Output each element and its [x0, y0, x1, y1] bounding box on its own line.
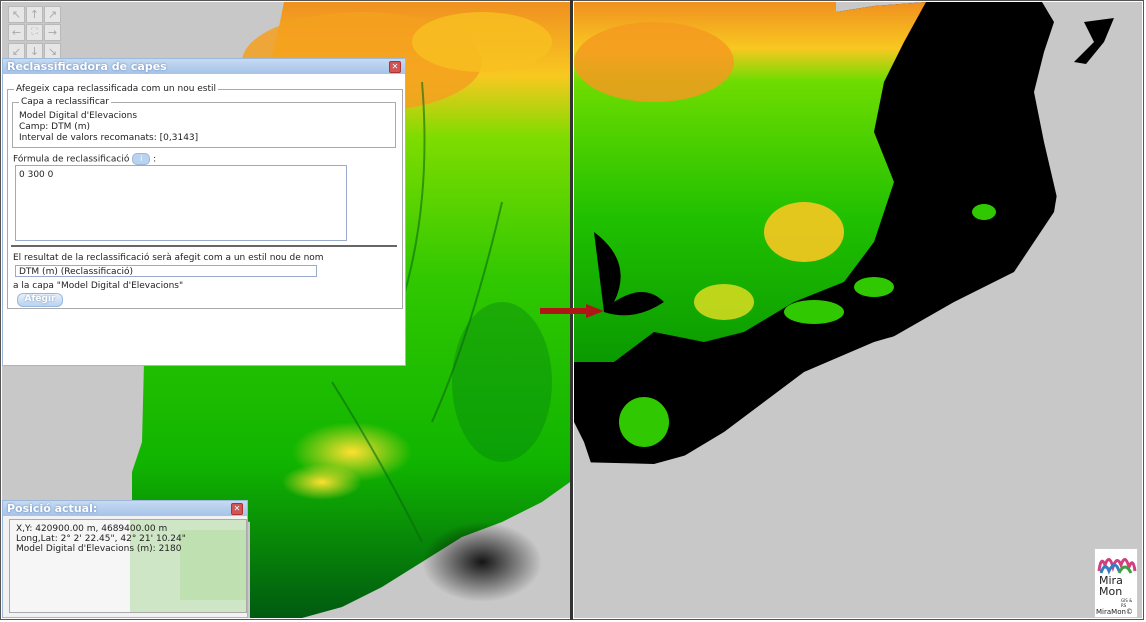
reclassified-map-right: [574, 2, 1142, 618]
pan-northeast-icon[interactable]: ↗: [44, 6, 61, 23]
elevation-value: Model Digital d'Elevacions (m): 2180: [16, 544, 182, 554]
group-legend: Afegeix capa reclassificada com un nou e…: [14, 84, 219, 95]
full-extent-icon[interactable]: ⛶: [26, 24, 43, 42]
formula-value: 0 300 0: [19, 170, 54, 180]
logo-small-text: GIS & RS: [1121, 598, 1133, 608]
value-range: Interval de valors recomanats: [0,3143]: [19, 133, 199, 143]
info-icon[interactable]: i: [132, 153, 151, 165]
close-icon[interactable]: ✕: [389, 61, 401, 73]
position-title-text: Posició actual:: [7, 502, 98, 515]
map-view-right[interactable]: [574, 2, 1142, 618]
formula-label: Fórmula de reclassificació i :: [13, 153, 156, 165]
dialog-title-text: Reclassificadora de capes: [7, 60, 167, 73]
source-layer-legend: Capa a reclassificar: [19, 97, 111, 108]
current-position-dialog: Posició actual: ✕ X,Y: 420900.00 m, 4689…: [2, 500, 248, 618]
xy-coordinates: X,Y: 420900.00 m, 4689400.00 m: [16, 524, 168, 534]
style-name-input[interactable]: DTM (m) (Reclassificació): [15, 265, 317, 277]
miramon-logo: Mira Mon GIS & RS MiraMon©: [1094, 548, 1138, 618]
source-layer-box: Capa a reclassificar Model Digital d'Ele…: [12, 97, 396, 148]
separator: [11, 245, 397, 247]
reclassifier-dialog: Reclassificadora de capes ✕ Afegeix capa…: [2, 58, 406, 366]
pan-north-icon[interactable]: ↑: [26, 6, 43, 23]
arrow-right-icon: [540, 304, 604, 318]
close-icon[interactable]: ✕: [231, 503, 243, 515]
position-title[interactable]: Posició actual: ✕: [3, 501, 247, 516]
logo-graphic-icon: [1097, 558, 1137, 575]
dialog-title[interactable]: Reclassificadora de capes ✕: [3, 59, 405, 74]
logo-text-2: Mon: [1099, 585, 1123, 598]
result-description: El resultat de la reclassificació serà a…: [13, 253, 324, 263]
pan-west-icon[interactable]: ←: [8, 24, 25, 42]
formula-textarea[interactable]: 0 300 0: [15, 165, 347, 241]
logo-footer: MiraMon©: [1096, 608, 1133, 616]
field-name: Camp: DTM (m): [19, 122, 91, 132]
lonlat-coordinates: Long,Lat: 2° 2' 22.45", 42° 21' 10.24": [16, 534, 186, 544]
pan-northwest-icon[interactable]: ↖: [8, 6, 25, 23]
add-button[interactable]: Afegir: [17, 293, 63, 307]
position-info-box: X,Y: 420900.00 m, 4689400.00 m Long,Lat:…: [9, 519, 247, 613]
pan-east-icon[interactable]: →: [44, 24, 61, 42]
layer-name: Model Digital d'Elevacions: [19, 111, 138, 121]
navigation-pad: ↖ ↑ ↗ ← ⛶ → ↙ ↓ ↘: [8, 6, 62, 60]
formula-label-text: Fórmula de reclassificació: [13, 154, 130, 165]
formula-colon: :: [153, 154, 157, 165]
layer-reference: a la capa "Model Digital d'Elevacions": [13, 281, 184, 291]
